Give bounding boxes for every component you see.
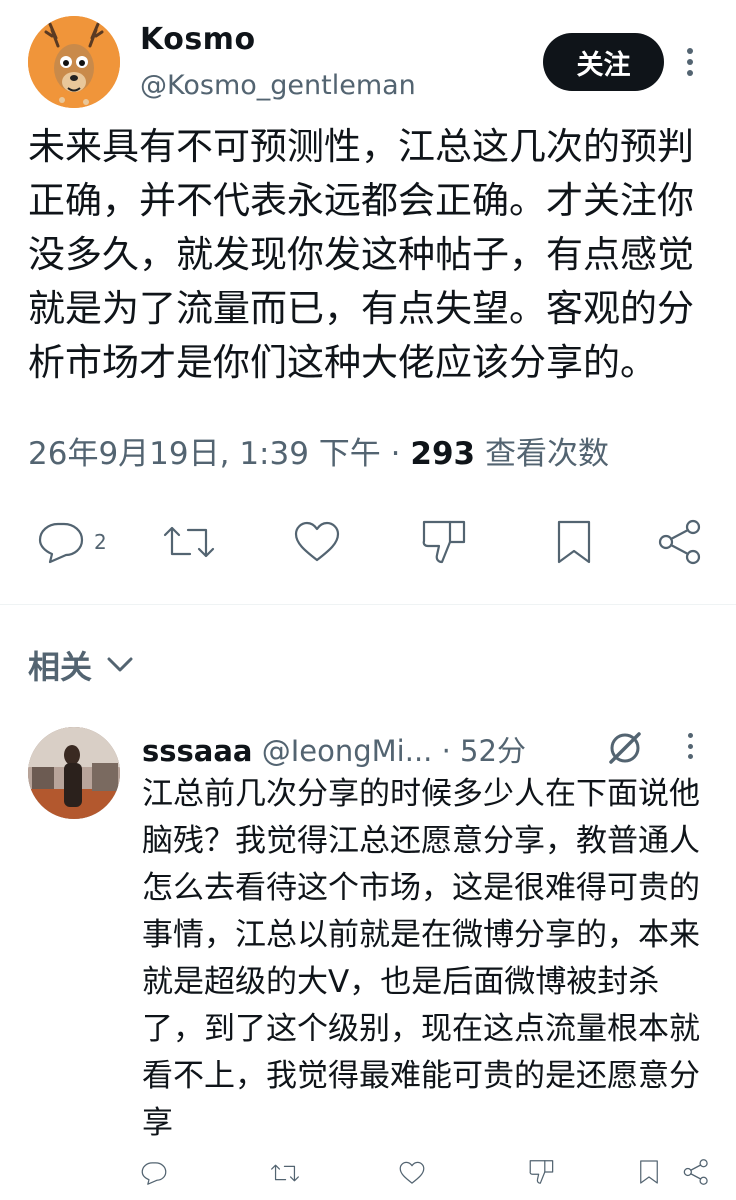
reply-author-avatar[interactable] [28,727,120,819]
thumbs-down-icon [529,1160,554,1184]
tweet-date[interactable]: 26年9月19日, 1:39 下午 [28,436,381,472]
author-avatar[interactable] [28,16,120,108]
follow-button[interactable]: 关注 [543,33,664,91]
dislike-button[interactable] [420,518,470,566]
reply-count: 2 [94,530,107,554]
reply-like-button[interactable] [398,1160,426,1186]
retweet-button[interactable] [162,520,216,564]
reply-author-name[interactable]: sssaaa [142,734,253,768]
photo-avatar-icon [28,727,120,819]
tweet-meta: 26年9月19日, 1:39 下午 · 293 查看次数 [28,428,609,473]
speech-bubble-icon [141,1162,167,1185]
views-label: 查看次数 [484,436,609,472]
heart-icon [399,1161,425,1184]
reply-bookmark-button[interactable] [638,1158,660,1186]
thumbs-down-icon [422,520,466,564]
author-handle[interactable]: @Kosmo_gentleman [140,70,416,101]
like-button[interactable] [292,520,342,564]
chevron-down-icon [107,657,133,672]
author-name[interactable]: Kosmo [140,22,256,57]
more-vertical-icon[interactable] [685,48,695,76]
grok-button[interactable] [606,729,644,771]
bookmark-button[interactable] [554,518,594,566]
reply-more-vertical-icon[interactable] [685,733,695,759]
reply-share-button[interactable] [682,1158,710,1186]
reply-retweet-button[interactable] [270,1160,300,1186]
retweet-icon [163,526,215,558]
bookmark-icon [557,520,591,564]
reply-header: sssaaa @IeongMi... · 52分 [142,728,526,770]
views-count: 293 [410,436,476,472]
related-toggle[interactable]: 相关 [28,642,134,688]
reply-button[interactable]: 2 [36,520,107,564]
speech-bubble-icon [38,522,84,564]
heart-icon [294,521,340,562]
reply-author-handle[interactable]: @IeongMi... [262,734,433,768]
reply-text: 江总前几次分享的时候多少人在下面说他脑残？我觉得江总还愿意分享，教普通人怎么去看… [142,776,700,1141]
bookmark-icon [640,1160,658,1184]
reply-dislike-button[interactable] [528,1158,556,1186]
share-icon [683,1159,708,1185]
grok-icon [609,732,641,764]
tweet-text: 未来具有不可预测性，江总这几次的预判正确，并不代表永远都会正确。才关注你没多久，… [28,125,694,384]
share-icon [658,519,701,565]
reply-reply-button[interactable] [140,1160,168,1186]
deer-avatar-icon [28,16,120,108]
share-button[interactable] [656,518,704,566]
reply-time[interactable]: · 52分 [442,734,526,768]
section-divider [0,604,736,605]
retweet-icon [271,1164,299,1182]
related-label: 相关 [28,648,93,686]
meta-dot: · [390,436,401,472]
